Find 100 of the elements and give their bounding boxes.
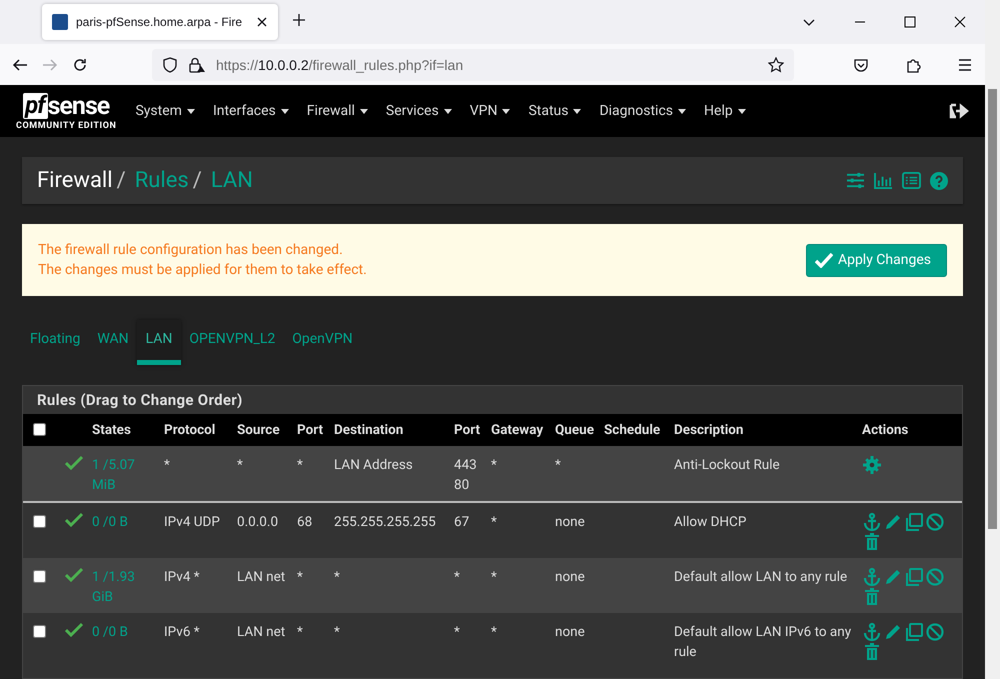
destination-cell-text: 255.255.255.255 bbox=[334, 513, 437, 532]
tab-title: paris-pfSense.home.arpa - Fire bbox=[76, 15, 244, 29]
caret-icon bbox=[502, 108, 510, 114]
caret-icon bbox=[280, 108, 289, 114]
destination-port-cell-text: 443 80 bbox=[454, 456, 478, 495]
source-cell-text: LAN net bbox=[237, 568, 286, 587]
source-port-cell-text: 68 bbox=[297, 513, 314, 532]
copy-icon[interactable] bbox=[904, 567, 924, 587]
nav-menu-item[interactable]: VPN bbox=[460, 103, 520, 119]
trash-icon[interactable] bbox=[862, 532, 882, 552]
close-icon[interactable] bbox=[256, 16, 268, 28]
nav-menu-item[interactable]: System bbox=[126, 103, 204, 119]
alert-message: The changes must be applied for them to take effect. bbox=[38, 262, 368, 278]
disable-icon[interactable] bbox=[925, 622, 945, 642]
list-icon[interactable] bbox=[902, 172, 921, 189]
maximize-icon[interactable] bbox=[904, 16, 916, 28]
interface-tab[interactable]: OpenVPN bbox=[283, 320, 362, 365]
gateway-cell-text: * bbox=[491, 568, 498, 587]
caret-icon bbox=[573, 108, 582, 114]
interface-tab[interactable]: LAN bbox=[136, 320, 182, 365]
caret-icon bbox=[678, 108, 686, 114]
pfsense-logo[interactable]: pfsense COMMUNITY EDITION bbox=[16, 91, 116, 131]
destination-port-cell-text: * bbox=[454, 623, 461, 642]
states-link[interactable]: 0 /0 B bbox=[92, 622, 156, 642]
source-cell-text: * bbox=[237, 456, 244, 475]
pocket-icon[interactable] bbox=[853, 56, 869, 72]
nav-menu-item[interactable]: Firewall bbox=[298, 103, 377, 119]
panel-title: Rules (Drag to Change Order) bbox=[36, 390, 244, 411]
interface-tab[interactable]: Floating bbox=[21, 320, 90, 365]
help-icon[interactable] bbox=[930, 172, 948, 190]
pencil-icon[interactable] bbox=[883, 567, 903, 587]
nav-menu-item[interactable]: Diagnostics bbox=[590, 103, 696, 119]
lock-warning-icon[interactable] bbox=[188, 56, 206, 72]
nav-menu-item[interactable]: Interfaces bbox=[204, 103, 298, 119]
queue-cell-text: none bbox=[555, 568, 586, 587]
pencil-icon[interactable] bbox=[883, 512, 903, 532]
protocol-cell-text: * bbox=[164, 456, 171, 475]
anchor-icon[interactable] bbox=[862, 622, 882, 642]
caret-icon bbox=[360, 108, 368, 114]
gear-icon[interactable] bbox=[862, 455, 882, 475]
gateway-cell-text: * bbox=[491, 623, 498, 642]
source-port-cell-text: * bbox=[297, 568, 304, 587]
source-port-cell-text: * bbox=[297, 623, 304, 642]
close-icon[interactable] bbox=[954, 16, 966, 28]
copy-icon[interactable] bbox=[904, 622, 924, 642]
menu-icon[interactable] bbox=[957, 56, 973, 72]
scrollbar-thumb[interactable] bbox=[988, 89, 997, 529]
description-cell-text: Allow DHCP bbox=[674, 513, 748, 532]
breadcrumb-separator: / bbox=[116, 168, 126, 193]
gateway-cell-text: * bbox=[491, 456, 498, 475]
breadcrumb-separator: / bbox=[192, 168, 202, 193]
description-cell-text: Default allow LAN IPv6 to any rule bbox=[674, 623, 852, 662]
destination-cell-text: * bbox=[334, 568, 341, 587]
nav-menu-item[interactable]: Services bbox=[376, 103, 461, 119]
breadcrumb-item: Firewall bbox=[37, 168, 113, 193]
anchor-icon[interactable] bbox=[862, 567, 882, 587]
select-all-checkbox[interactable] bbox=[33, 423, 46, 436]
nav-menu-item[interactable]: Help bbox=[695, 103, 755, 119]
destination-port-cell-text: * bbox=[454, 568, 461, 587]
row-checkbox[interactable] bbox=[33, 515, 46, 528]
favicon-icon bbox=[52, 14, 68, 30]
breadcrumb-link[interactable]: LAN bbox=[210, 168, 253, 193]
caret-icon bbox=[444, 108, 452, 114]
queue-cell-text: * bbox=[555, 456, 562, 475]
pencil-icon[interactable] bbox=[883, 622, 903, 642]
shield-icon[interactable] bbox=[162, 56, 178, 72]
states-link[interactable]: 0 /0 B bbox=[92, 512, 156, 532]
scrollbar[interactable] bbox=[985, 0, 1000, 679]
anchor-icon[interactable] bbox=[862, 512, 882, 532]
protocol-cell-text: IPv4 UDP bbox=[164, 513, 221, 532]
trash-icon[interactable] bbox=[862, 587, 882, 607]
extensions-icon[interactable] bbox=[905, 56, 921, 72]
protocol-cell-text: IPv6 * bbox=[164, 623, 201, 642]
bar-chart-icon[interactable] bbox=[874, 172, 893, 189]
disable-icon[interactable] bbox=[925, 567, 945, 587]
reload-icon[interactable] bbox=[72, 56, 88, 72]
star-icon[interactable] bbox=[768, 56, 784, 72]
address-bar[interactable]: https://10.0.0.2/firewall_rules.php?if=lan bbox=[152, 48, 794, 80]
trash-icon[interactable] bbox=[862, 642, 882, 662]
description-cell-text: Anti-Lockout Rule bbox=[674, 456, 781, 475]
destination-cell-text: LAN Address bbox=[334, 456, 414, 475]
nav-menu-item[interactable]: Status bbox=[519, 103, 590, 119]
column-header[interactable]: Description bbox=[674, 422, 744, 438]
disable-icon[interactable] bbox=[925, 512, 945, 532]
row-checkbox[interactable] bbox=[33, 570, 46, 583]
row-checkbox[interactable] bbox=[33, 625, 46, 638]
description-cell-text: Default allow LAN to any rule bbox=[674, 568, 848, 587]
plus-icon[interactable] bbox=[292, 13, 306, 27]
back-arrow-icon[interactable] bbox=[12, 56, 28, 72]
sliders-icon[interactable] bbox=[846, 172, 865, 189]
interface-tab[interactable]: OPENVPN_L2 bbox=[180, 320, 284, 365]
browser-tab[interactable]: paris-pfSense.home.arpa - Fire bbox=[42, 4, 278, 40]
caret-icon bbox=[738, 108, 746, 114]
interface-tab[interactable]: WAN bbox=[88, 320, 138, 365]
protocol-cell-text: IPv4 * bbox=[164, 568, 201, 587]
destination-cell-text: * bbox=[334, 623, 341, 642]
gateway-cell-text: * bbox=[491, 513, 498, 532]
copy-icon[interactable] bbox=[904, 512, 924, 532]
logout-icon[interactable] bbox=[949, 103, 969, 119]
breadcrumb-link[interactable]: Rules bbox=[134, 168, 189, 193]
